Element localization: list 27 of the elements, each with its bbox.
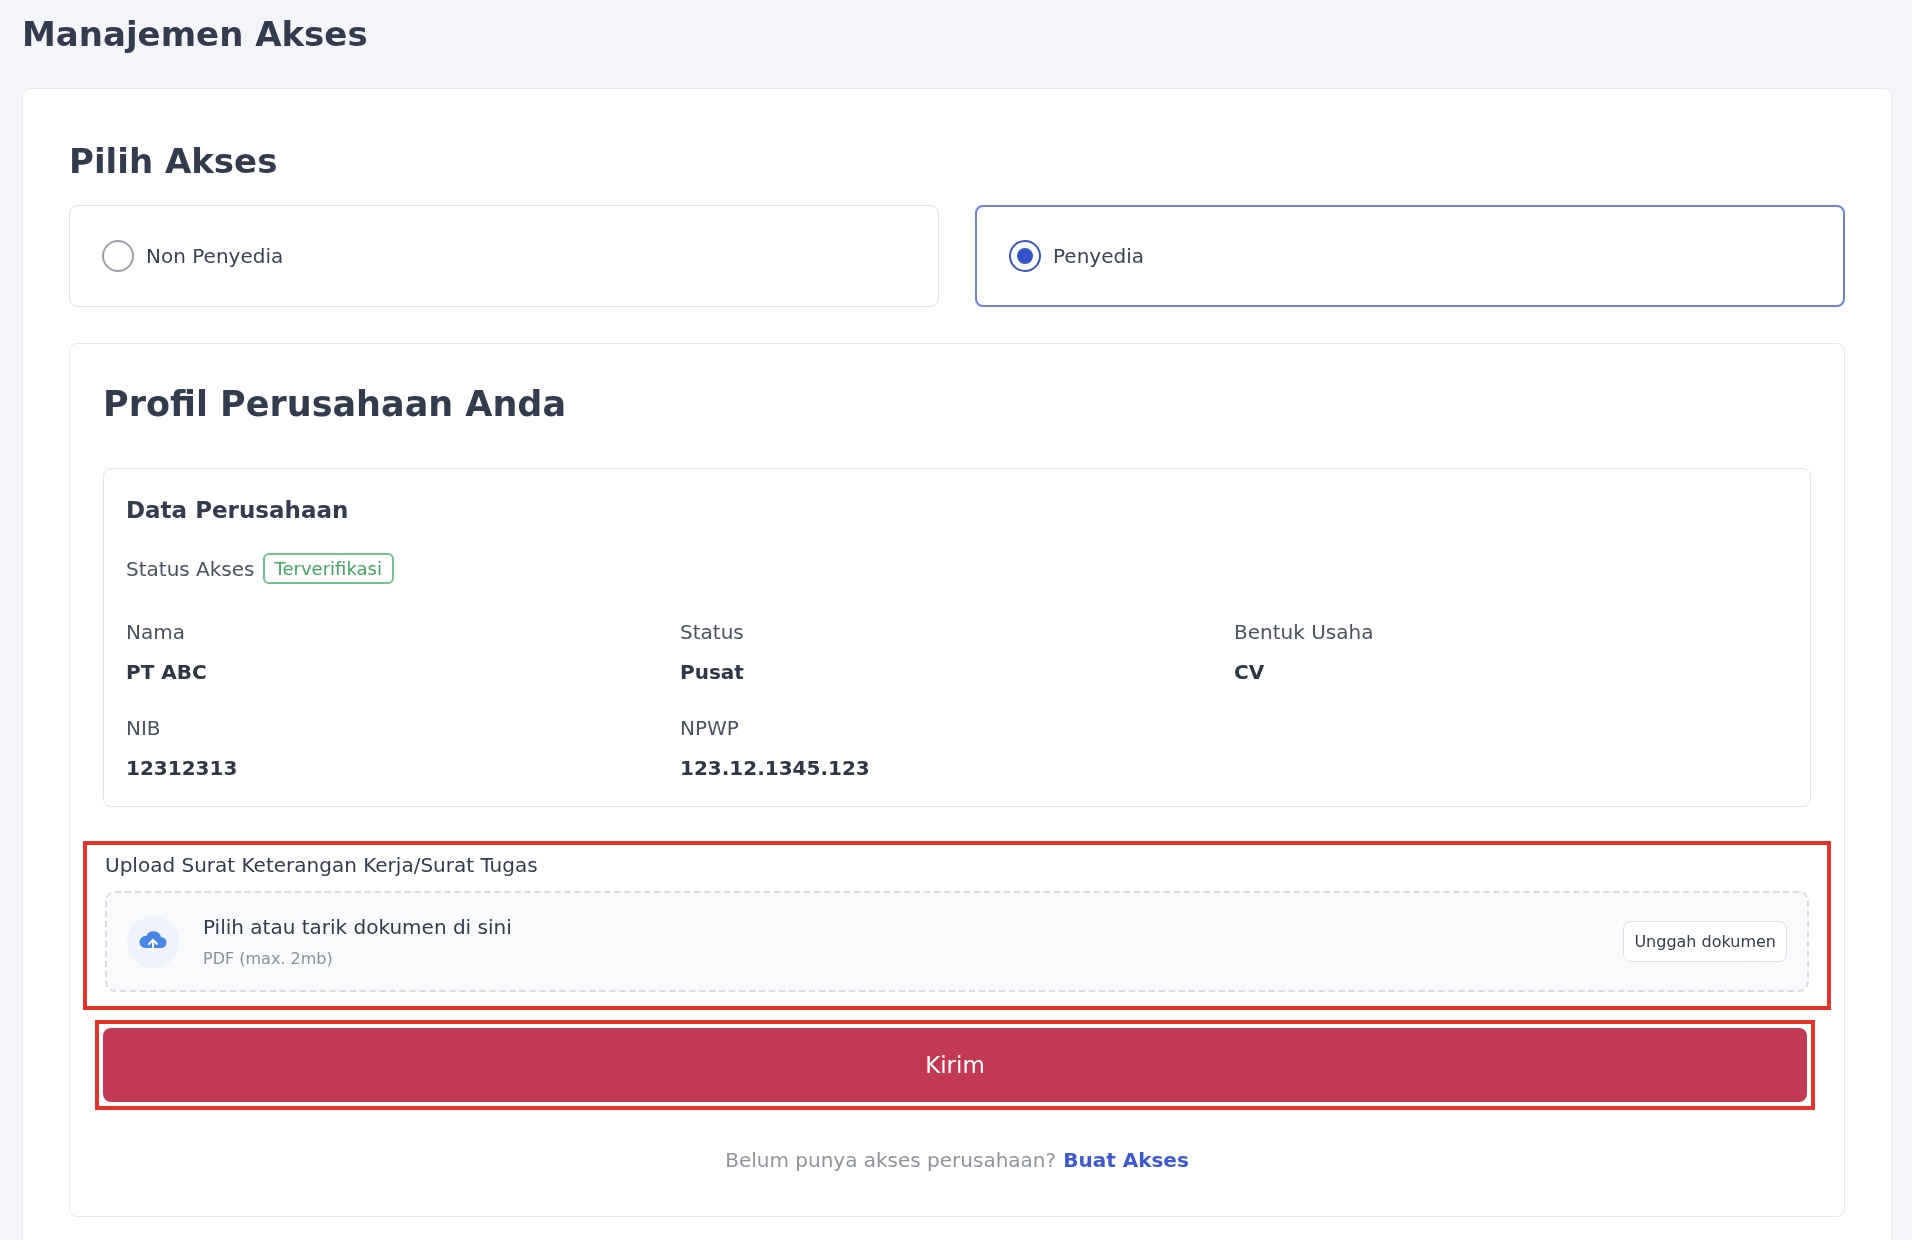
dropzone[interactable]: Pilih atau tarik dokumen di sini PDF (max. 2mb) Unggah dokumen xyxy=(105,891,1809,992)
section-title: Pilih Akses xyxy=(69,141,279,181)
field-value: 12312313 xyxy=(126,756,239,780)
upload-button[interactable]: Unggah dokumen xyxy=(1623,921,1787,962)
access-option[interactable]: Penyedia xyxy=(975,205,1845,307)
footer-text: Belum punya akses perusahaan? xyxy=(725,1148,1057,1172)
create-access-link[interactable]: Buat Akses xyxy=(1063,1148,1189,1172)
field-label: Nama xyxy=(126,620,186,644)
field-value: Pusat xyxy=(680,660,745,684)
field-label: NPWP xyxy=(680,716,740,740)
submit-button[interactable]: Kirim xyxy=(103,1028,1807,1102)
dropzone-title: Pilih atau tarik dokumen di sini xyxy=(203,915,513,939)
field-label: Status xyxy=(680,620,745,644)
section-title: Profil Perusahaan Anda xyxy=(103,384,568,424)
field-value: 123.12.1345.123 xyxy=(680,756,871,780)
status-badge: Terverifikasi xyxy=(262,553,394,584)
field-label: Bentuk Usaha xyxy=(1234,620,1375,644)
status-label: Status Akses xyxy=(126,556,255,581)
field-value: CV xyxy=(1234,660,1266,684)
card-title: Data Perusahaan xyxy=(126,497,350,523)
page-title: Manajemen Akses xyxy=(22,13,369,56)
cloud-upload-icon xyxy=(127,915,179,968)
dropzone-hint: PDF (max. 2mb) xyxy=(203,949,334,968)
field-value: PT ABC xyxy=(126,660,208,684)
field-label: NIB xyxy=(126,716,162,740)
upload-label: Upload Surat Keterangan Kerja/Surat Tugas xyxy=(105,853,539,877)
access-option[interactable]: Non Penyedia xyxy=(69,205,939,307)
